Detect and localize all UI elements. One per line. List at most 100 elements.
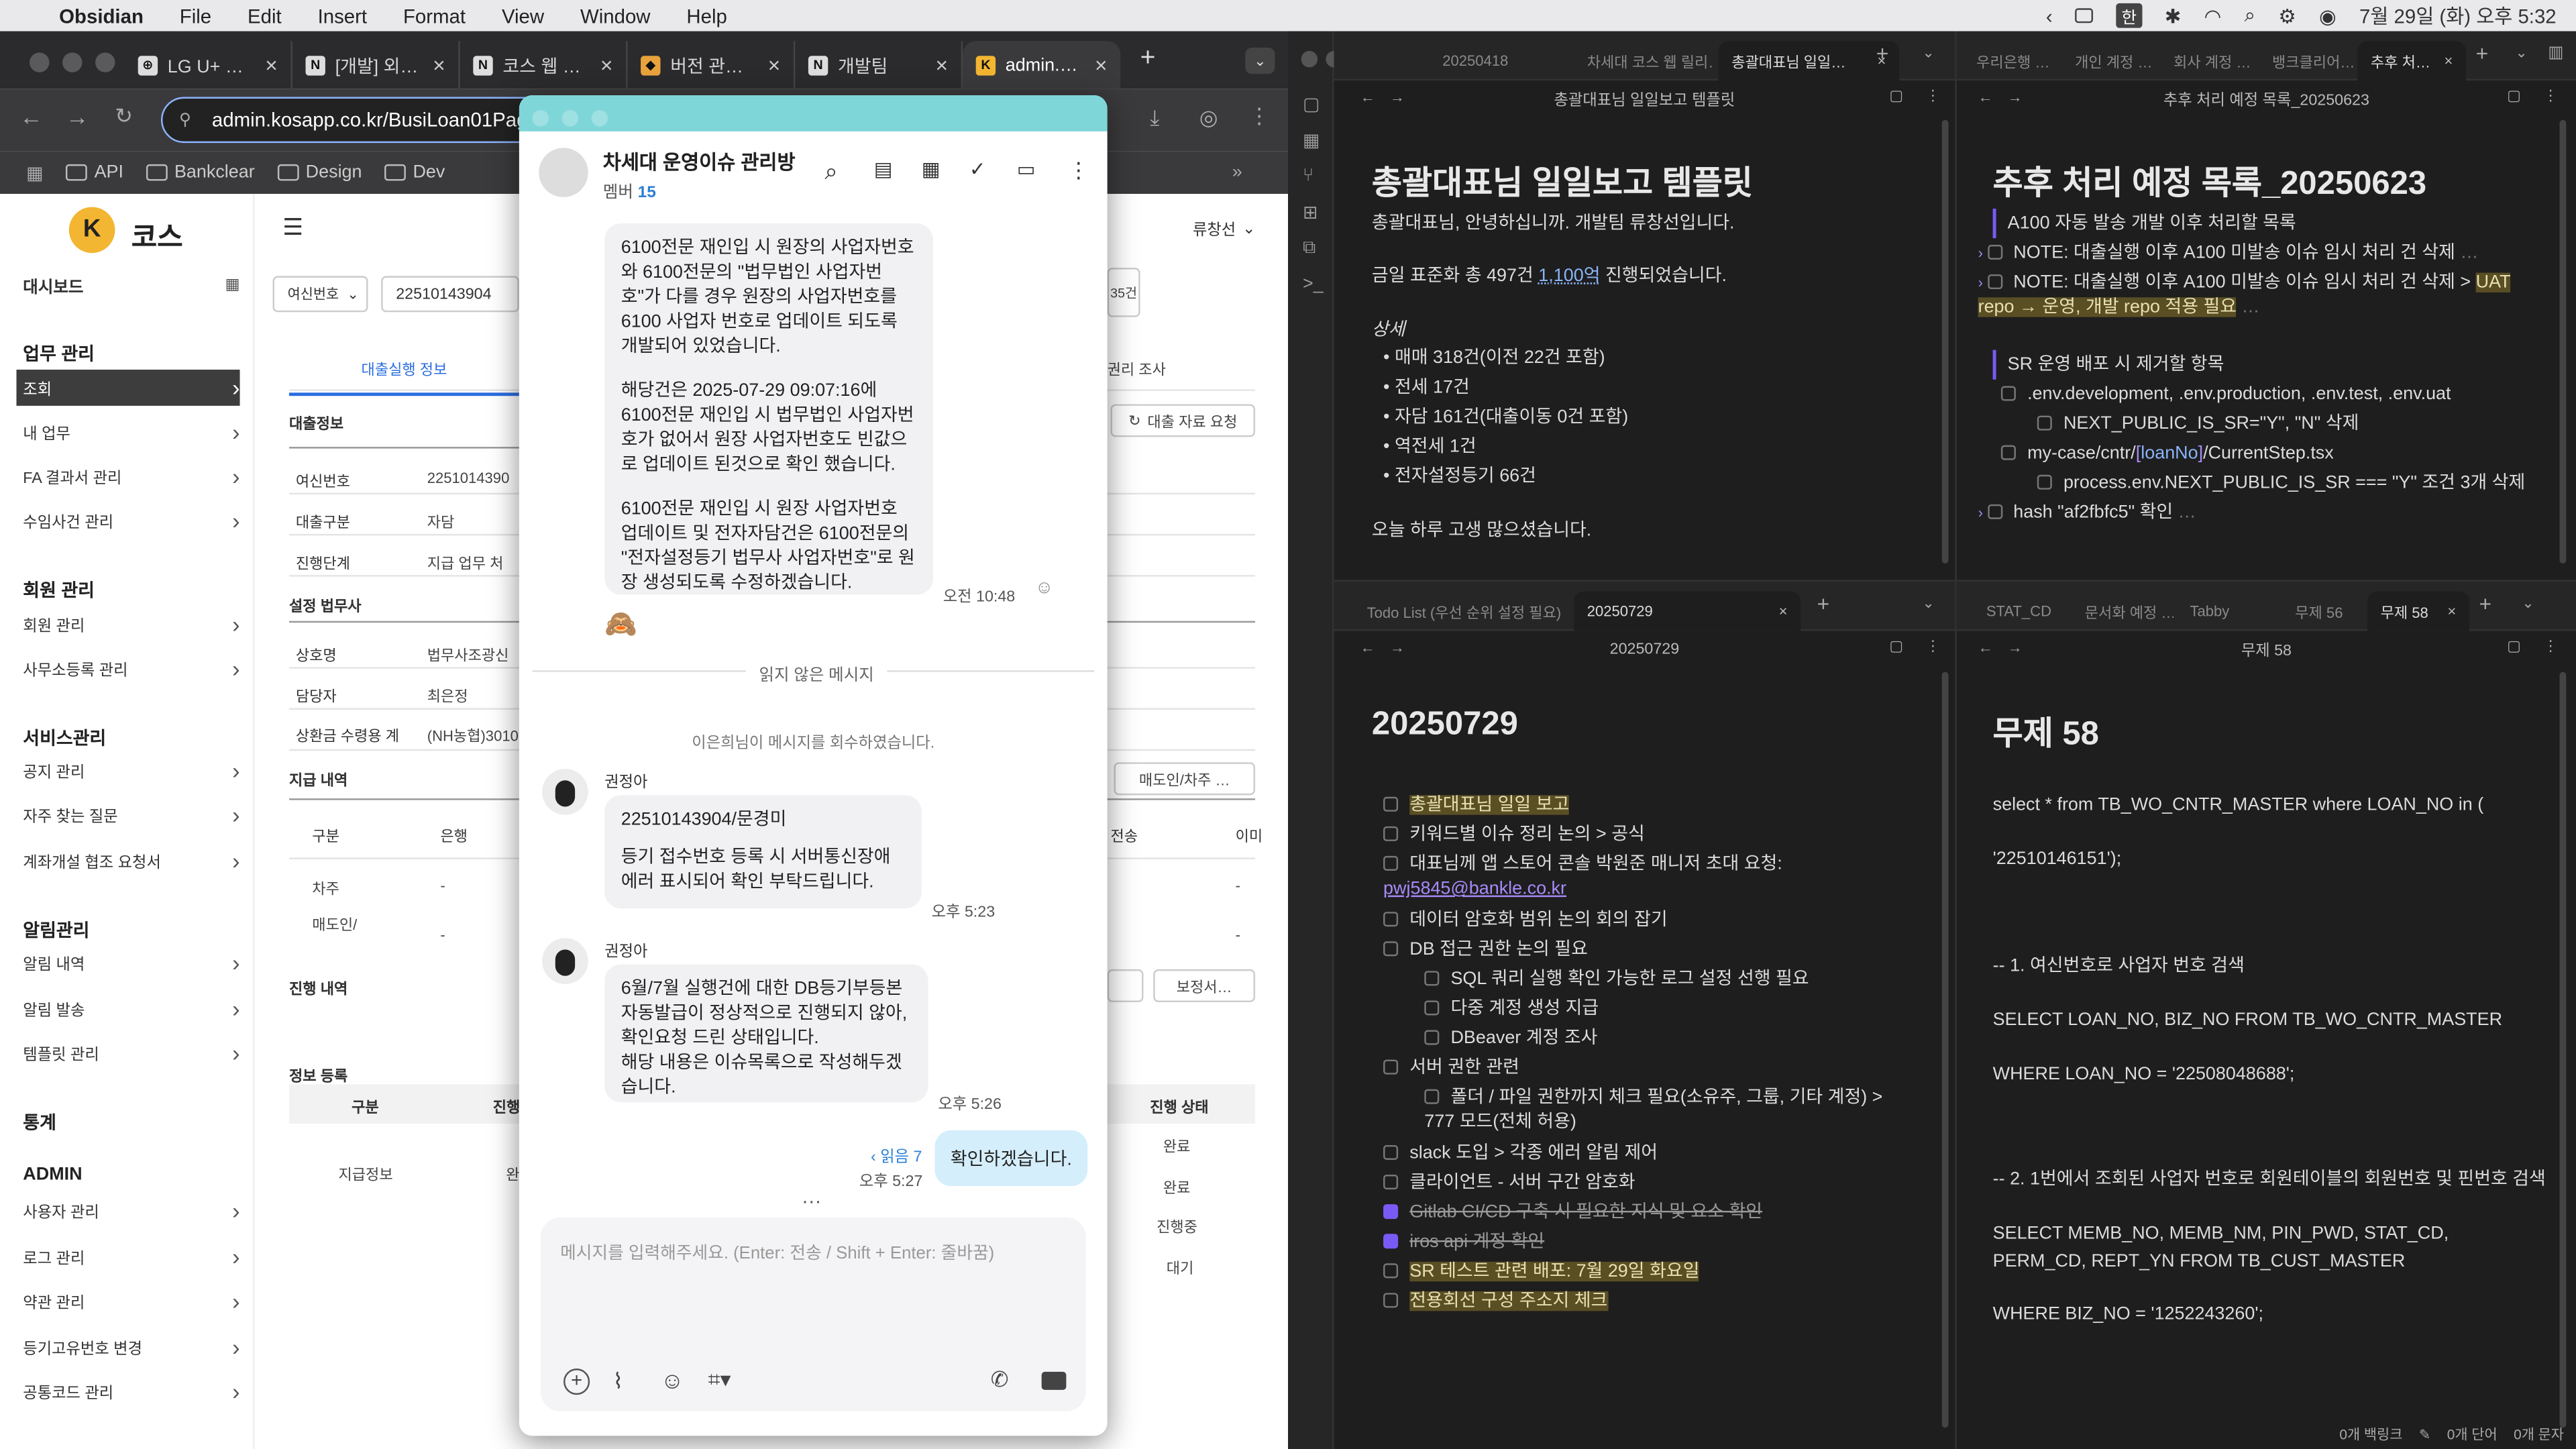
checkbox[interactable]: [1383, 796, 1399, 812]
request-docs-button[interactable]: ↻ 대출 자료 요청: [1110, 404, 1256, 437]
graph-icon[interactable]: ⑂: [1303, 166, 1313, 185]
todo-item[interactable]: Gitlab CI/CD 구축 시 필요한 지식 및 요소 확인: [1383, 1201, 1917, 1226]
email-link[interactable]: pwj5845@bankle.co.kr: [1383, 879, 1566, 898]
browser-tab[interactable]: ⊕ LG U+ 콜… ×: [125, 41, 292, 89]
sidebar-item[interactable]: 자주 찾는 질문 ›: [23, 797, 239, 833]
back-icon[interactable]: ←: [19, 103, 42, 129]
terminal-icon[interactable]: >_: [1303, 274, 1324, 294]
search-type-select[interactable]: 여신번호 ⌄: [272, 276, 368, 313]
reading-view-icon[interactable]: ▢: [2507, 637, 2521, 655]
checkbox[interactable]: [1383, 1204, 1399, 1220]
sidebar-item[interactable]: 계좌개설 협조 요청서 ›: [23, 843, 239, 879]
correction-button[interactable]: 보정서…: [1153, 969, 1256, 1002]
todo-item[interactable]: 폴더 / 파일 권한까지 체크 필요(소유주, 그룹, 기타 계정) > 777…: [1424, 1086, 1917, 1135]
notes-icon[interactable]: ▤: [874, 158, 893, 180]
sidebar-item[interactable]: 등기고유번호 변경 ›: [23, 1329, 239, 1365]
menu-file[interactable]: File: [180, 4, 211, 27]
wifi-icon[interactable]: ◠: [2204, 4, 2222, 27]
checkbox[interactable]: [1383, 941, 1399, 957]
browser-tab[interactable]: ◆버전 관리 2…×: [628, 41, 796, 89]
siri-icon[interactable]: ◉: [2319, 4, 2337, 27]
sidebar-item[interactable]: 공지 관리 ›: [23, 753, 239, 789]
forward-icon[interactable]: →: [2008, 89, 2023, 105]
user-menu[interactable]: 류창선 ⌄: [1193, 217, 1256, 240]
menu-window[interactable]: Window: [580, 4, 651, 27]
menu-help[interactable]: Help: [686, 4, 727, 27]
todo-item[interactable]: 다중 계정 생성 지급: [1424, 998, 1917, 1022]
chevron-left-icon[interactable]: ‹: [2046, 4, 2053, 27]
download-icon[interactable]: ⤓: [1150, 105, 1159, 131]
close-icon[interactable]: ×: [433, 52, 445, 77]
sidebar-item[interactable]: 사무소등록 관리 ›: [23, 651, 239, 687]
checkbox[interactable]: [1424, 1030, 1440, 1045]
emoji-react-icon[interactable]: ☺: [1035, 578, 1054, 598]
pane-tab-active[interactable]: 추후 처… ×: [2357, 41, 2466, 81]
edit-icon[interactable]: ✎: [2419, 1426, 2430, 1444]
close-icon[interactable]: ×: [1095, 52, 1108, 77]
sidebar-item[interactable]: 내 업무 ›: [23, 414, 239, 450]
video-call-icon[interactable]: [1041, 1371, 1067, 1390]
todo-icon[interactable]: ✓: [969, 158, 986, 180]
right-sidebar-icon[interactable]: ▥: [2548, 44, 2563, 62]
todo-item[interactable]: 데이터 암호화 범위 논의 회의 잡기: [1383, 908, 1917, 933]
pane-tab[interactable]: 문서화 예정 …: [2072, 592, 2174, 631]
todo-item[interactable]: 전용회선 구성 주소지 체크: [1383, 1289, 1917, 1314]
search-icon[interactable]: ⌕: [824, 158, 837, 186]
pane-tab[interactable]: 개인 계정 …: [2061, 41, 2157, 80]
back-icon[interactable]: ←: [1978, 639, 1993, 655]
forward-icon[interactable]: →: [1390, 89, 1405, 105]
scrollbar[interactable]: [2559, 119, 2567, 564]
copy-icon[interactable]: ⧉: [1303, 238, 1316, 260]
close-icon[interactable]: ×: [935, 52, 948, 77]
pane-tab-active[interactable]: 무제 58 ×: [2367, 591, 2469, 631]
forward-icon[interactable]: →: [2008, 639, 2023, 655]
seller-borrower-button[interactable]: 매도인/차주 …: [1114, 762, 1256, 796]
pane-tab[interactable]: 뱅크클리어…: [2259, 41, 2357, 80]
checkbox[interactable]: [1424, 971, 1440, 986]
bookmark-folder[interactable]: Bankclear: [146, 162, 255, 182]
todo-item[interactable]: SQL 쿼리 실행 확인 가능한 로그 설정 선행 필요: [1424, 967, 1917, 992]
todo-item[interactable]: DB 접근 권한 논의 필요: [1383, 938, 1917, 963]
browser-tab-active[interactable]: Kadmin.ko…×: [963, 41, 1121, 89]
tab-rights[interactable]: 권리 조사: [1108, 358, 1166, 380]
attach-icon[interactable]: ⌇: [612, 1368, 623, 1395]
pane-tab[interactable]: 20250418: [1430, 41, 1564, 80]
capture-icon[interactable]: ⌗▾: [708, 1367, 731, 1393]
search-input[interactable]: 22510143904: [381, 276, 519, 313]
menu-format[interactable]: Format: [403, 4, 466, 27]
browser-tab[interactable]: N 개발팀 ×: [795, 41, 963, 89]
sidebar-item[interactable]: 로그 관리 ›: [23, 1239, 239, 1275]
my-message-bubble[interactable]: 확인하겠습니다.: [934, 1130, 1088, 1187]
reading-view-icon[interactable]: ▢: [1889, 87, 1903, 105]
pane-tab[interactable]: STAT_CD: [1973, 592, 2068, 631]
member-count[interactable]: 멤버 15: [603, 177, 656, 202]
checkbox[interactable]: [1383, 1059, 1399, 1075]
more-dots-icon[interactable]: ···: [802, 1189, 821, 1212]
pane-tab[interactable]: 회사 계정 …: [2160, 41, 2255, 80]
sidebar-item[interactable]: 템플릿 관리 ›: [23, 1035, 239, 1071]
pane-tab-active[interactable]: 총괄대표님 일일… ×: [1718, 41, 1900, 81]
scrollbar[interactable]: [1941, 119, 1949, 564]
progress-button[interactable]: [1107, 969, 1144, 1002]
todo-item[interactable]: 키워드별 이슈 정리 논의 > 공식: [1383, 823, 1917, 848]
sidebar-item[interactable]: 공통코드 관리 ›: [23, 1373, 239, 1409]
menu-view[interactable]: View: [502, 4, 544, 27]
checkbox[interactable]: [1424, 1000, 1440, 1016]
chevron-down-icon[interactable]: ⌄: [2522, 595, 2534, 613]
forward-icon[interactable]: →: [1390, 639, 1405, 655]
checkbox[interactable]: [1424, 1089, 1440, 1104]
pane-tab[interactable]: 우리은행 …: [1964, 41, 2059, 80]
tab-search-icon[interactable]: ⌄: [1245, 48, 1275, 74]
bookmark-folder[interactable]: API: [66, 162, 123, 182]
scrollbar[interactable]: [1941, 672, 1949, 1428]
checkbox[interactable]: [1383, 855, 1399, 871]
todo-item[interactable]: SR 테스트 관련 배포: 7월 29일 화요일: [1383, 1260, 1917, 1285]
more-icon[interactable]: ⋮: [2543, 87, 2558, 105]
profile-icon[interactable]: ◎: [1199, 105, 1218, 131]
message-input[interactable]: 메시지를 입력해주세요. (Enter: 전송 / Shift + Enter:…: [560, 1240, 1069, 1265]
forward-icon[interactable]: →: [66, 103, 89, 129]
chevron-down-icon[interactable]: ⌄: [1922, 44, 1934, 62]
todo-item[interactable]: DBeaver 계정 조사: [1424, 1027, 1917, 1052]
close-icon[interactable]: ×: [265, 52, 278, 77]
more-icon[interactable]: ⋮: [1068, 158, 1089, 184]
